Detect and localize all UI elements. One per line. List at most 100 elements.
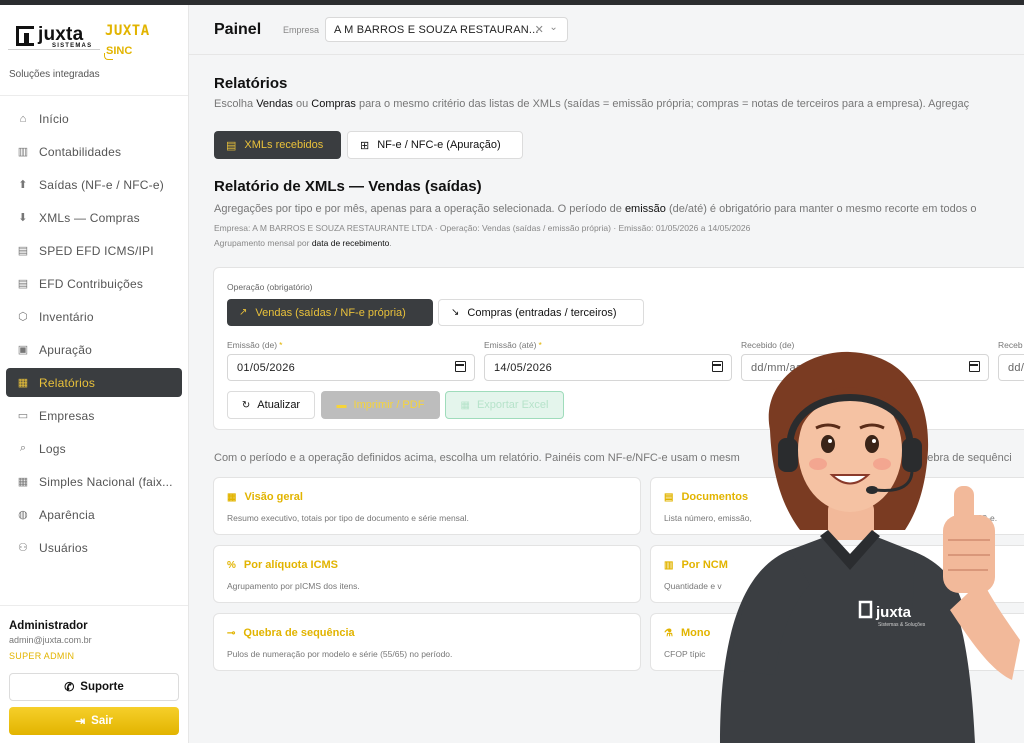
sinc-brand: JUXTA — [105, 23, 150, 39]
sidebar-item-label: Aparência — [39, 507, 95, 522]
sidebar-item-logs[interactable]: ⌕ Logs — [6, 434, 182, 463]
required-mark: * — [538, 340, 542, 350]
sidebar-item-inicio[interactable]: ⌂ Início — [6, 104, 182, 133]
logout-button[interactable]: ⇥ Sair — [9, 707, 179, 735]
microphone-icon — [866, 486, 878, 494]
report-card-title: ⊸ Quebra de sequência — [227, 627, 355, 639]
report-card-aliquota-icms[interactable]: % Por alíquota ICMS Agrupamento por pICMS… — [213, 545, 641, 603]
support-label: Suporte — [80, 681, 124, 693]
juxta-logo[interactable]: juxta SISTEMAS — [16, 24, 91, 50]
briefcase-icon: ▭ — [17, 410, 29, 422]
search-file-icon: ⌕ — [19, 442, 27, 454]
sidebar-item-label: Saídas (NF-e / NFC-e) — [39, 177, 164, 192]
arrow-up-icon: ⬆ — [18, 179, 28, 191]
emissao-de-label: Emissão (de) * — [227, 340, 282, 350]
logout-icon: ⇥ — [75, 714, 86, 728]
percent-icon: % — [227, 560, 236, 571]
headset-icon — [778, 438, 798, 472]
chart-icon: ▦ — [17, 377, 29, 389]
report-card-quebra-sequencia[interactable]: ⊸ Quebra de sequência Pulos de numeração … — [213, 613, 641, 671]
home-icon: ⌂ — [19, 112, 27, 125]
support-button[interactable]: ✆ Suporte — [9, 673, 179, 701]
document-icon: ▤ — [226, 139, 237, 152]
company-select-value: A M BARROS E SOUZA RESTAURAN... — [334, 24, 539, 36]
sidebar-item-label: Contabilidades — [39, 144, 122, 159]
emissao-ate-input[interactable]: 14/05/2026 — [484, 354, 732, 381]
label-text: Emissão (até) — [484, 340, 537, 350]
title-text: Quebra de sequência — [243, 627, 355, 639]
sidebar-item-inventario[interactable]: ⬡ Inventário — [6, 302, 182, 331]
whatsapp-icon: ✆ — [64, 680, 75, 694]
user-email: admin@juxta.com.br — [9, 635, 92, 645]
sidebar-item-label: SPED EFD ICMS/IPI — [39, 243, 154, 258]
spreadsheet-icon: ▦ — [460, 399, 470, 411]
operation-compras-label: Compras (entradas / terceiros) — [467, 306, 617, 319]
desc-vendas: Vendas — [256, 98, 293, 110]
sidebar-item-sped-efd[interactable]: ▤ SPED EFD ICMS/IPI — [6, 236, 182, 265]
report-card-title: % Por alíquota ICMS — [227, 559, 338, 571]
building-icon: ▥ — [17, 146, 29, 158]
sidebar-nav: ⌂ Início ▥ Contabilidades ⬆ Saídas (NF-e / … — [0, 96, 188, 562]
input-value: 14/05/2026 — [494, 362, 553, 374]
emissao-de-input[interactable]: 01/05/2026 — [227, 354, 475, 381]
label-text: Emissão (de) — [227, 340, 278, 350]
desc-text: . — [389, 238, 392, 248]
logo-divider — [8, 49, 100, 50]
mascot-thumb — [954, 486, 974, 532]
sidebar-item-saidas[interactable]: ⬆ Saídas (NF-e / NFC-e) — [6, 170, 182, 199]
sidebar-item-label: Simples Nacional (faix... — [39, 474, 173, 489]
report-title: Relatório de XMLs — Vendas (saídas) — [214, 178, 482, 195]
juxta-logo-mark — [16, 26, 34, 46]
emissao-ate-label: Emissão (até) * — [484, 340, 542, 350]
sidebar-item-relatorios[interactable]: ▦ Relatórios — [6, 368, 182, 397]
sidebar-item-usuarios[interactable]: ⚇ Usuários — [6, 533, 182, 562]
logo-area: juxta SISTEMAS JUXTA SINC Soluções integ… — [0, 5, 188, 96]
file-icon: ▤ — [17, 278, 29, 290]
sidebar-item-xmls-compras[interactable]: ⬇ XMLs — Compras — [6, 203, 182, 232]
desc-bold: data de recebimento — [311, 238, 390, 248]
palette-icon: ◍ — [18, 509, 28, 521]
desc-text: Agregações por tipo e por mês, apenas pa… — [214, 203, 625, 215]
close-icon[interactable]: ✕ — [535, 23, 544, 36]
box-icon: ⬡ — [18, 311, 28, 323]
mascot-right-eye — [865, 435, 879, 453]
tab-xmls-recebidos[interactable]: ▤ XMLs recebidos — [214, 131, 341, 159]
refresh-label: Atualizar — [257, 399, 301, 411]
report-card-visao-geral[interactable]: ▦ Visão geral Resumo executivo, totais po… — [213, 477, 641, 535]
export-excel-button[interactable]: ▦ Exportar Excel — [445, 391, 564, 419]
flask-icon: ⚗ — [664, 628, 673, 639]
tagline: Soluções integradas — [9, 69, 100, 80]
sidebar-item-apuracao[interactable]: ▣ Apuração — [6, 335, 182, 364]
sidebar: juxta SISTEMAS JUXTA SINC Soluções integ… — [0, 5, 189, 743]
operation-vendas-button[interactable]: ↗ Vendas (saídas / NF-e própria) — [227, 299, 433, 326]
sidebar-item-label: Logs — [39, 441, 66, 456]
sidebar-item-efd-contribuicoes[interactable]: ▤ EFD Contribuições — [6, 269, 182, 298]
print-label: Imprimir / PDF — [353, 399, 425, 411]
tab-nfe-apuracao[interactable]: ⊞ NF-e / NFC-e (Apuração) — [347, 131, 523, 159]
print-button[interactable]: ▬ Imprimir / PDF — [321, 391, 440, 419]
user-panel: Administrador admin@juxta.com.br SUPER A… — [0, 605, 188, 735]
refresh-button[interactable]: ↻ Atualizar — [227, 391, 315, 419]
mascot-left-cheek — [809, 458, 827, 470]
mascot-left-eye — [821, 435, 835, 453]
operation-compras-button[interactable]: ↘ Compras (entradas / terceiros) — [438, 299, 644, 326]
sidebar-item-label: EFD Contribuições — [39, 276, 144, 291]
desc-text: Agrupamento mensal por — [214, 238, 312, 248]
report-card-desc: Pulos de numeração por modelo e série (5… — [227, 649, 453, 659]
sequence-icon: ⊸ — [227, 628, 236, 639]
arrow-down-icon: ⬇ — [18, 212, 28, 224]
report-card-title: ▦ Visão geral — [227, 491, 303, 503]
sidebar-item-contabilidades[interactable]: ▥ Contabilidades — [6, 137, 182, 166]
company-select[interactable]: A M BARROS E SOUZA RESTAURAN... ✕ ⌄ — [325, 17, 568, 42]
chevron-down-icon[interactable]: ⌄ — [549, 22, 558, 33]
barcode-icon: ▥ — [664, 560, 674, 571]
report-card-desc: Agrupamento por pICMS dos itens. — [227, 581, 360, 591]
sidebar-item-aparencia[interactable]: ◍ Aparência — [6, 500, 182, 529]
sidebar-item-simples-nacional[interactable]: ▦ Simples Nacional (faix... — [6, 467, 182, 496]
support-mascot-illustration: juxta Sistemas & Soluções — [720, 351, 1020, 743]
report-grouping: Agrupamento mensal por data de recebimen… — [214, 238, 392, 248]
calculator-icon: ▦ — [17, 476, 29, 488]
calendar-icon[interactable] — [455, 361, 466, 372]
mascot-right-cheek — [873, 458, 891, 470]
sidebar-item-empresas[interactable]: ▭ Empresas — [6, 401, 182, 430]
